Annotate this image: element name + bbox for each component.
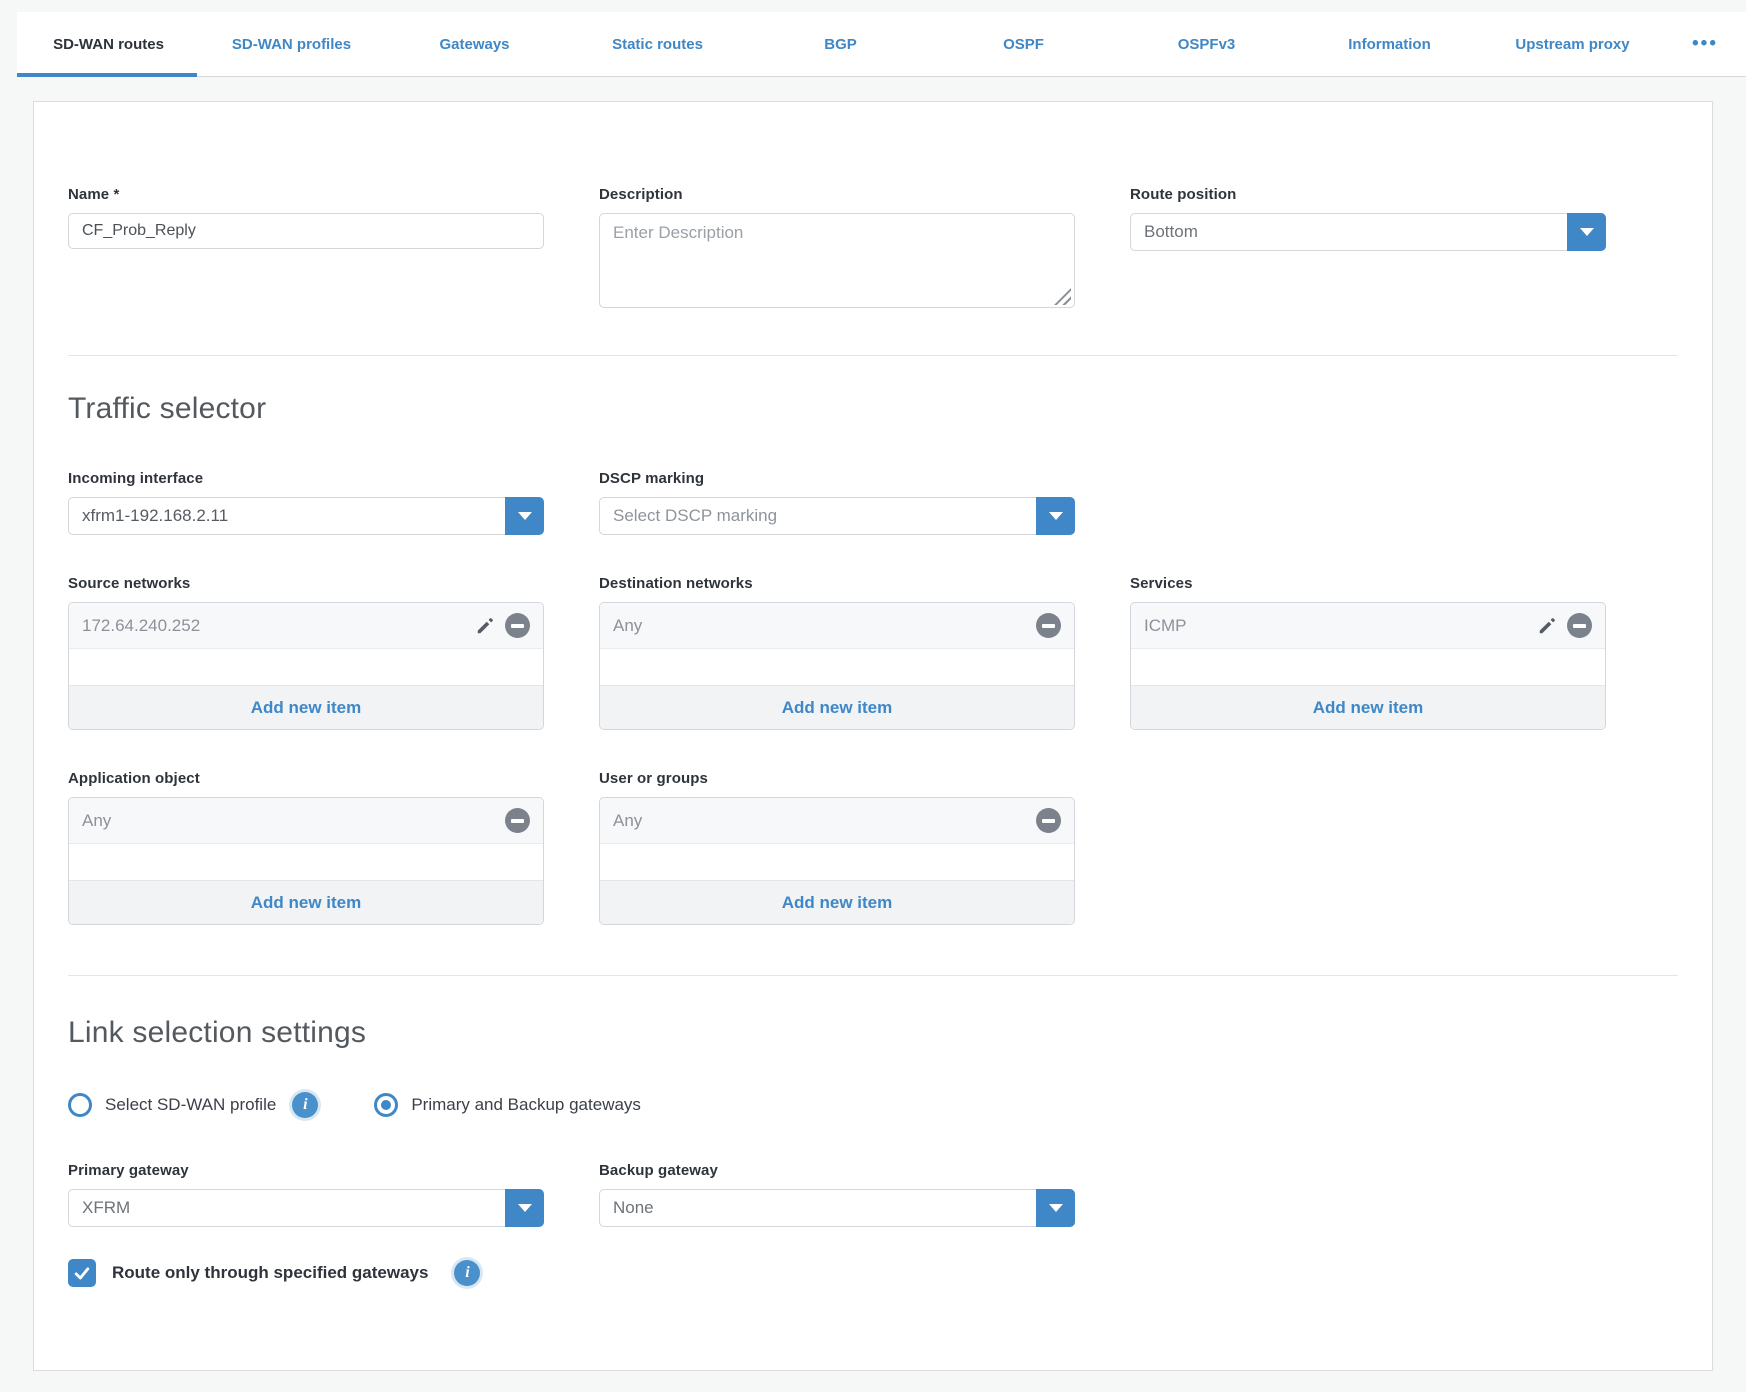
chevron-down-icon[interactable] <box>1036 497 1075 535</box>
list-empty-area <box>600 844 1074 880</box>
list-item-text: Any <box>613 811 1036 831</box>
dscp-marking-label: DSCP marking <box>599 470 1075 487</box>
list-item: 172.64.240.252 <box>69 603 543 649</box>
section-divider <box>68 975 1678 976</box>
add-new-item-button[interactable]: Add new item <box>600 685 1074 729</box>
radio-primary-backup-gateways[interactable]: Primary and Backup gateways <box>374 1093 641 1117</box>
list-item: Any <box>600 603 1074 649</box>
route-position-value: Bottom <box>1144 222 1198 242</box>
dscp-marking-select[interactable]: Select DSCP marking <box>599 497 1075 535</box>
primary-gateway-value: XFRM <box>82 1198 130 1218</box>
user-or-groups-label: User or groups <box>599 770 1075 787</box>
sdwan-route-form: Name * Description Route position Bottom… <box>33 101 1713 1371</box>
info-icon[interactable]: i <box>292 1092 318 1118</box>
chevron-down-icon[interactable] <box>1567 213 1606 251</box>
tab-ospf[interactable]: OSPF <box>932 12 1115 76</box>
name-input[interactable] <box>68 213 544 249</box>
description-label: Description <box>599 186 1075 203</box>
list-item-text: 172.64.240.252 <box>82 616 474 636</box>
list-empty-area <box>1131 649 1605 685</box>
primary-gateway-select[interactable]: XFRM <box>68 1189 544 1227</box>
minus-circle-icon[interactable] <box>505 613 530 638</box>
tab-gateways[interactable]: Gateways <box>383 12 566 76</box>
tab-bgp[interactable]: BGP <box>749 12 932 76</box>
route-only-label: Route only through specified gateways <box>112 1263 428 1283</box>
dscp-marking-value: Select DSCP marking <box>613 506 777 526</box>
list-item: Any <box>600 798 1074 844</box>
application-object-list: Any Add new item <box>68 797 544 925</box>
list-item-text: ICMP <box>1144 616 1536 636</box>
incoming-interface-value: xfrm1-192.168.2.11 <box>82 506 228 526</box>
source-networks-label: Source networks <box>68 575 544 592</box>
route-only-row: Route only through specified gateways i <box>68 1259 1678 1287</box>
user-or-groups-list: Any Add new item <box>599 797 1075 925</box>
radio-button-icon[interactable] <box>374 1093 398 1117</box>
minus-circle-icon[interactable] <box>1567 613 1592 638</box>
route-only-checkbox[interactable] <box>68 1259 96 1287</box>
radio-select-sdwan-profile[interactable]: Select SD-WAN profile <box>68 1093 276 1117</box>
tab-information[interactable]: Information <box>1298 12 1481 76</box>
description-textarea[interactable] <box>599 213 1075 308</box>
info-icon[interactable]: i <box>454 1260 480 1286</box>
destination-networks-list: Any Add new item <box>599 602 1075 730</box>
chevron-down-icon[interactable] <box>1036 1189 1075 1227</box>
traffic-selector-heading: Traffic selector <box>68 392 1678 426</box>
ellipsis-icon[interactable]: ••• <box>1664 12 1746 76</box>
minus-circle-icon[interactable] <box>1036 808 1061 833</box>
radio-button-icon[interactable] <box>68 1093 92 1117</box>
tab-sdwan-routes[interactable]: SD-WAN routes <box>17 12 200 76</box>
route-position-select[interactable]: Bottom <box>1130 213 1606 251</box>
name-label: Name * <box>68 186 544 203</box>
chevron-down-icon[interactable] <box>505 497 544 535</box>
pencil-icon[interactable] <box>474 615 496 637</box>
services-label: Services <box>1130 575 1606 592</box>
radio-label: Select SD-WAN profile <box>105 1095 276 1115</box>
backup-gateway-select[interactable]: None <box>599 1189 1075 1227</box>
backup-gateway-value: None <box>613 1198 654 1218</box>
link-selection-heading: Link selection settings <box>68 1016 1678 1050</box>
tab-sdwan-profiles[interactable]: SD-WAN profiles <box>200 12 383 76</box>
minus-circle-icon[interactable] <box>505 808 530 833</box>
incoming-interface-select[interactable]: xfrm1-192.168.2.11 <box>68 497 544 535</box>
list-empty-area <box>600 649 1074 685</box>
pencil-icon[interactable] <box>1536 615 1558 637</box>
destination-networks-label: Destination networks <box>599 575 1075 592</box>
list-empty-area <box>69 649 543 685</box>
chevron-down-icon[interactable] <box>505 1189 544 1227</box>
list-item: Any <box>69 798 543 844</box>
backup-gateway-label: Backup gateway <box>599 1162 1075 1179</box>
tab-ospfv3[interactable]: OSPFv3 <box>1115 12 1298 76</box>
services-list: ICMP Add new item <box>1130 602 1606 730</box>
minus-circle-icon[interactable] <box>1036 613 1061 638</box>
list-item-text: Any <box>82 811 505 831</box>
add-new-item-button[interactable]: Add new item <box>69 685 543 729</box>
primary-gateway-label: Primary gateway <box>68 1162 544 1179</box>
list-empty-area <box>69 844 543 880</box>
list-item-text: Any <box>613 616 1036 636</box>
add-new-item-button[interactable]: Add new item <box>600 880 1074 924</box>
tab-bar: SD-WAN routes SD-WAN profiles Gateways S… <box>17 12 1746 77</box>
list-item: ICMP <box>1131 603 1605 649</box>
link-selection-options: Select SD-WAN profile i Primary and Back… <box>68 1092 1678 1118</box>
radio-label: Primary and Backup gateways <box>411 1095 641 1115</box>
application-object-label: Application object <box>68 770 544 787</box>
add-new-item-button[interactable]: Add new item <box>69 880 543 924</box>
source-networks-list: 172.64.240.252 Add new item <box>68 602 544 730</box>
add-new-item-button[interactable]: Add new item <box>1131 685 1605 729</box>
tab-static-routes[interactable]: Static routes <box>566 12 749 76</box>
section-divider <box>68 355 1678 356</box>
tab-upstream-proxy[interactable]: Upstream proxy <box>1481 12 1664 76</box>
route-position-label: Route position <box>1130 186 1606 203</box>
incoming-interface-label: Incoming interface <box>68 470 544 487</box>
